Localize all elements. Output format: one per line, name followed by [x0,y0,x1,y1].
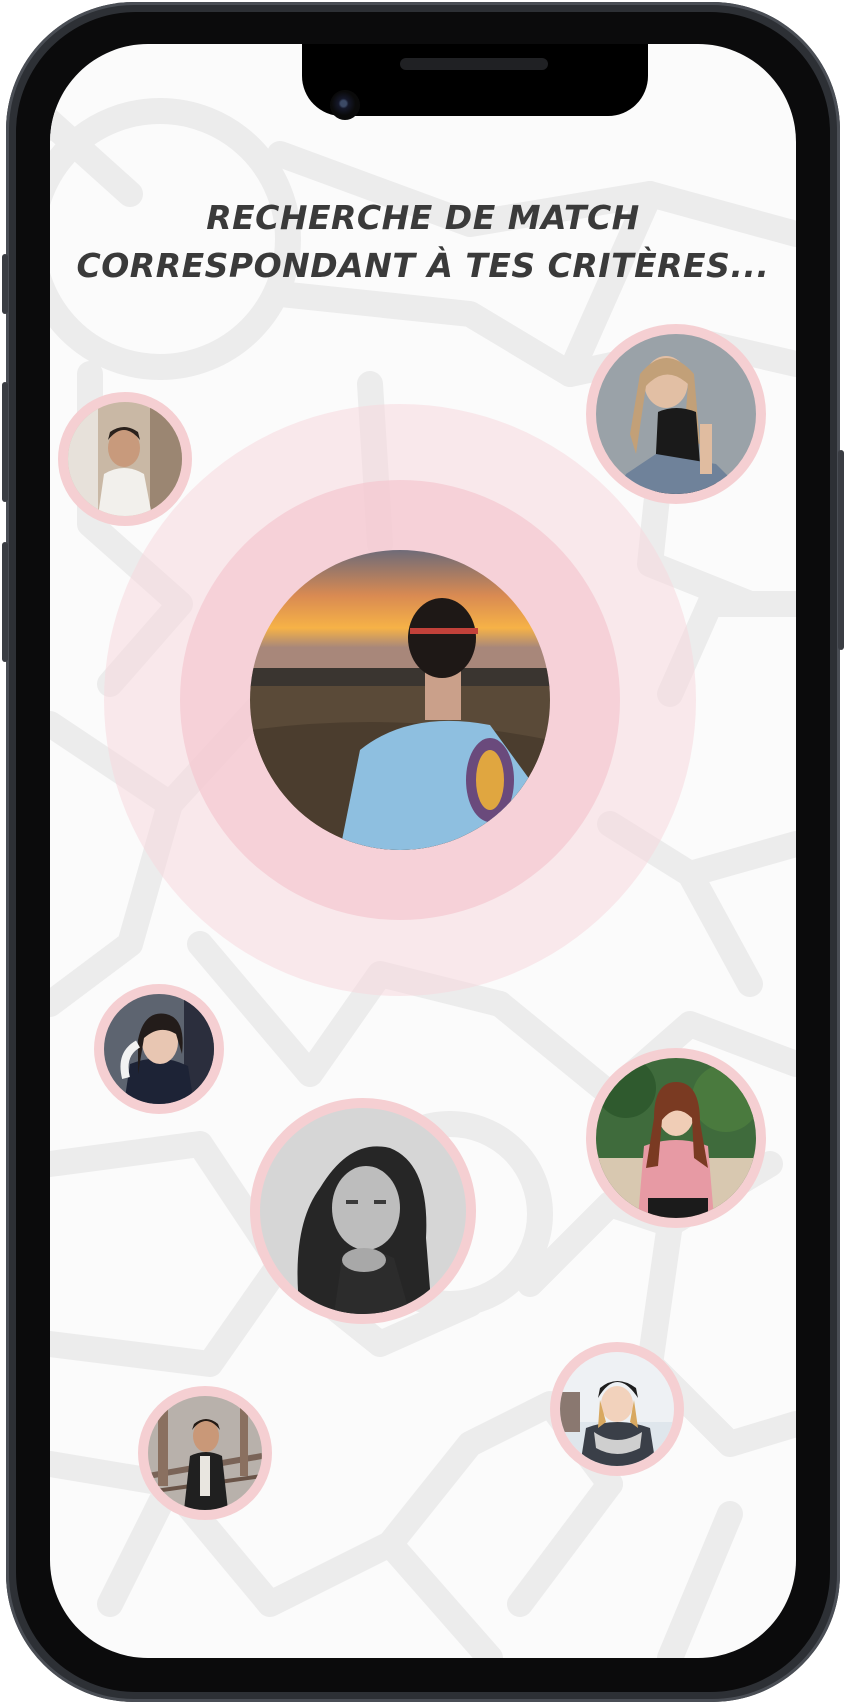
power-button [838,450,844,650]
profile-avatar-top-left[interactable] [58,392,192,526]
profile-photo [596,1058,756,1218]
profile-avatar-bottom-left[interactable] [138,1386,272,1520]
profile-photo [260,1108,466,1314]
profile-avatar-middle-right[interactable] [586,1048,766,1228]
profile-photo [68,402,182,516]
mute-switch [2,254,8,314]
profile-photo [104,994,214,1104]
searching-headline: RECHERCHE DE MATCH CORRESPONDANT À TES C… [50,194,796,290]
profile-photo [560,1352,674,1466]
app-screen: RECHERCHE DE MATCH CORRESPONDANT À TES C… [50,44,796,1658]
volume-up-button [2,382,8,502]
profile-avatar-bottom-right[interactable] [550,1342,684,1476]
headline-line-1: RECHERCHE DE MATCH [206,198,640,237]
center-user-photo [250,550,550,850]
center-user-avatar [250,550,550,850]
profile-avatar-top-right[interactable] [586,324,766,504]
profile-photo [596,334,756,494]
earpiece-speaker [400,58,548,70]
front-camera [330,90,360,120]
volume-down-button [2,542,8,662]
profile-avatar-center-bottom[interactable] [250,1098,476,1324]
profile-photo [148,1396,262,1510]
headline-line-2: CORRESPONDANT À TES CRITÈRES... [76,246,770,285]
profile-avatar-middle-left[interactable] [94,984,224,1114]
